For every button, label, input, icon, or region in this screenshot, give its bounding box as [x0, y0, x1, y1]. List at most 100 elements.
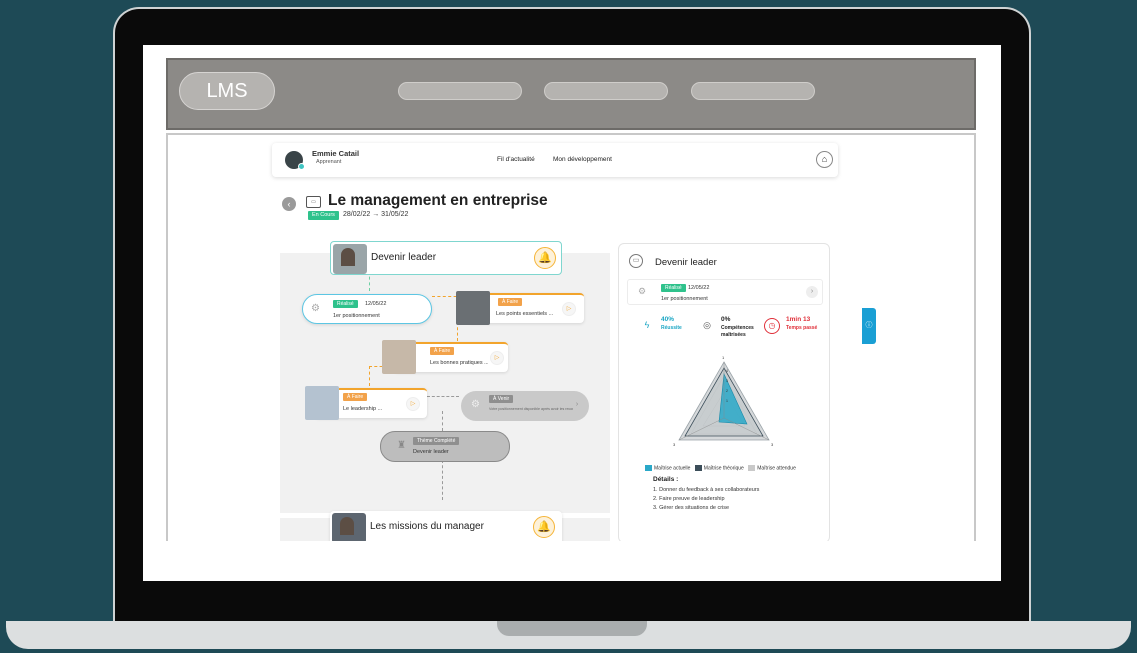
- skills-label: Compétences maîtrisées: [721, 325, 754, 338]
- radar-label: 1: [722, 355, 725, 360]
- course-dates: 28/02/22 → 31/05/22: [343, 211, 409, 218]
- legend-swatch: [645, 465, 652, 471]
- connector: [442, 460, 443, 500]
- time-spent-value: 1min 13: [786, 316, 811, 323]
- module-card[interactable]: Devenir leader 🔔: [330, 241, 562, 275]
- clock-icon: ◷: [764, 318, 780, 334]
- time-spent-label: Temps passé: [786, 325, 818, 331]
- step-label: Les bonnes pratiques ...: [430, 360, 488, 366]
- radar-label: 2: [726, 389, 728, 393]
- step-badge: À Faire: [343, 393, 368, 401]
- lms-nav-placeholder-1[interactable]: [398, 82, 522, 100]
- step-thumbnail: [305, 386, 339, 420]
- nav-mon-developpement[interactable]: Mon développement: [553, 156, 612, 163]
- info-side-tab[interactable]: ⓘ: [862, 308, 876, 344]
- step-badge: Réalisé: [661, 284, 686, 292]
- lms-nav-placeholder-3[interactable]: [691, 82, 815, 100]
- details-item: 2. Faire preuve de leadership: [653, 496, 725, 502]
- lms-logo[interactable]: LMS: [179, 72, 275, 110]
- details-title: Détails :: [653, 476, 679, 483]
- connector: [369, 366, 370, 386]
- step-badge: Réalisé: [333, 300, 358, 308]
- step-card[interactable]: À Faire Les points essentiels ... ▷: [456, 291, 584, 325]
- module-icon: ▭: [629, 254, 643, 268]
- app-header: Emmie Catail Apprenant Fil d'actualité M…: [272, 143, 838, 177]
- connector: [442, 411, 443, 431]
- bell-icon[interactable]: 🔔: [534, 247, 556, 269]
- module-card[interactable]: Les missions du manager 🔔: [330, 511, 562, 541]
- course-content: ‹ ▭ Le management en entreprise En Cours…: [272, 183, 838, 541]
- panel-step-card[interactable]: ⚙ Réalisé 12/05/22 1er positionnement ›: [627, 279, 823, 305]
- step-badge: À Venir: [489, 395, 514, 403]
- course-icon: ▭: [306, 196, 321, 208]
- legend-label: Maîtrise théorique: [703, 465, 744, 472]
- module-title: Les missions du manager: [370, 521, 484, 532]
- bell-icon[interactable]: 🔔: [533, 516, 555, 538]
- lms-top-bar: LMS: [166, 58, 976, 130]
- details-item: 3. Gérer des situations de crise: [653, 505, 730, 511]
- theme-complete-card[interactable]: ♜ Thème Complété Devenir leader: [380, 431, 510, 462]
- chevron-right-icon[interactable]: ›: [571, 399, 583, 411]
- user-role: Apprenant: [316, 159, 342, 165]
- module-thumbnail: [332, 513, 366, 541]
- step-label: Le leadership ...: [343, 406, 383, 412]
- step-thumbnail: [456, 291, 490, 325]
- step-label: 1er positionnement: [333, 313, 380, 319]
- lms-nav-placeholder-2[interactable]: [544, 82, 668, 100]
- connector: [427, 396, 459, 397]
- positioning-icon: ⚙: [471, 399, 480, 410]
- step-card[interactable]: À Faire Les bonnes pratiques ... ▷: [382, 340, 508, 374]
- legend-swatch: [748, 465, 756, 471]
- radar-label: 1: [726, 399, 728, 403]
- back-button[interactable]: ‹: [282, 197, 296, 211]
- chevron-right-icon[interactable]: ›: [806, 286, 818, 298]
- play-icon[interactable]: ▷: [490, 351, 504, 365]
- app-frame: Emmie Catail Apprenant Fil d'actualité M…: [166, 133, 976, 541]
- step-badge: À Faire: [498, 298, 523, 306]
- legend-label: Maîtrise attendue: [757, 465, 796, 472]
- laptop-notch: [497, 621, 647, 636]
- play-icon[interactable]: ▷: [406, 397, 420, 411]
- skills-value: 0%: [721, 316, 731, 323]
- step-badge: À Faire: [430, 347, 455, 355]
- nav-fil-actualite[interactable]: Fil d'actualité: [497, 156, 535, 163]
- radar-chart: 1 4 3 2 1 3 3: [673, 355, 774, 447]
- step-date: 12/05/22: [688, 285, 710, 291]
- panel-title: Devenir leader: [655, 257, 717, 268]
- target-icon: ◎: [703, 320, 711, 330]
- module-title: Devenir leader: [371, 252, 437, 263]
- laptop-screen: LMS Emmie Catail Apprenant Fil d'actuali…: [143, 45, 1001, 581]
- success-rate-value: 40%: [661, 316, 675, 323]
- lightning-icon: ϟ: [644, 320, 650, 330]
- online-status-dot: [298, 163, 305, 170]
- radar-label: 4: [726, 369, 728, 373]
- step-thumbnail: [382, 340, 416, 374]
- learning-path-area: [280, 253, 610, 513]
- play-icon[interactable]: ▷: [562, 302, 576, 316]
- step-label: Devenir leader: [413, 449, 449, 455]
- detail-panel: ▭ Devenir leader ⚙ Réalisé 12/05/22 1er …: [618, 243, 830, 541]
- legend-swatch: [694, 465, 702, 471]
- details-item: 1. Donner du feedback à ses collaborateu…: [653, 487, 760, 493]
- trophy-icon: ♜: [397, 440, 406, 451]
- radar-label: 3: [771, 442, 774, 447]
- step-card[interactable]: ⚙ À Venir Votre positionnement disponibl…: [461, 391, 589, 421]
- user-name: Emmie Catail: [312, 149, 360, 158]
- status-badge: En Cours: [308, 211, 339, 220]
- step-card[interactable]: ⚙ Réalisé 12/05/22 1er positionnement: [302, 294, 432, 324]
- step-label: Les points essentiels ...: [496, 311, 554, 317]
- legend-label: Maîtrise actuelle: [654, 465, 691, 472]
- step-label: 1er positionnement: [661, 296, 708, 302]
- success-rate-label: Réussite: [661, 325, 682, 331]
- step-badge: Thème Complété: [413, 437, 460, 445]
- step-label: Votre positionnement disponible après av…: [489, 407, 573, 411]
- radar-label: 3: [673, 442, 676, 447]
- step-date: 12/05/22: [365, 301, 387, 307]
- radar-label: 3: [726, 379, 728, 383]
- positioning-icon: ⚙: [311, 303, 320, 314]
- positioning-icon: ⚙: [638, 286, 647, 296]
- course-title: Le management en entreprise: [328, 192, 548, 209]
- company-logo-icon[interactable]: ⌂: [816, 151, 833, 168]
- step-card[interactable]: À Faire Le leadership ... ▷: [305, 386, 427, 420]
- module-thumbnail: [333, 244, 367, 274]
